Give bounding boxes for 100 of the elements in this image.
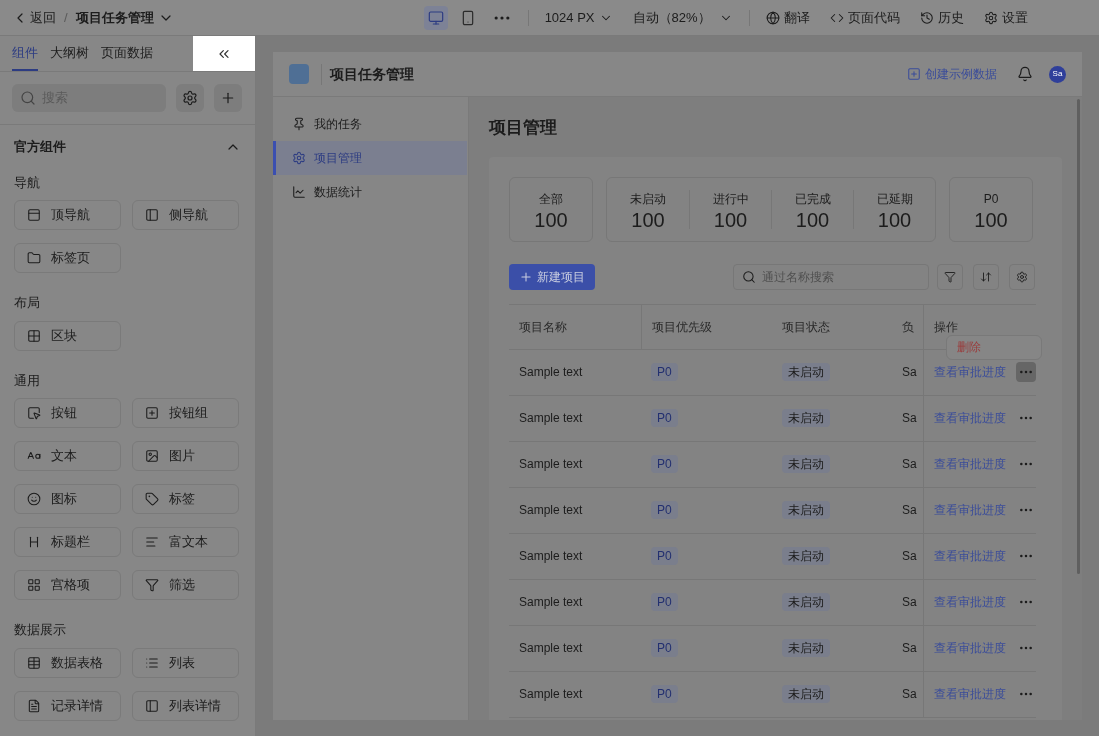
component-item[interactable]: 列表 [132, 647, 239, 678]
sort-icon [980, 270, 992, 283]
priority-tag: P0 [651, 685, 678, 703]
settings-button[interactable] [176, 84, 204, 112]
side-panel-icon [145, 208, 159, 222]
heading-icon [27, 535, 41, 549]
zoom-dropdown[interactable]: 自动（82%） [632, 7, 733, 28]
table-cell: Sa [902, 641, 917, 655]
settings-icon [182, 90, 198, 106]
column-header: 项目优先级 [652, 318, 712, 336]
stat-label: 未启动 [630, 190, 666, 208]
plus-square-icon [145, 406, 159, 420]
top-panel-icon [27, 208, 41, 222]
toolbar-button[interactable]: 历史 [919, 7, 964, 28]
nav-item[interactable]: 数据统计 [273, 175, 467, 209]
toolbar-button[interactable]: 页面代码 [829, 7, 900, 28]
component-item[interactable]: 图片 [132, 441, 239, 471]
component-item[interactable]: 富文本 [132, 527, 239, 557]
status-tag: 未启动 [782, 639, 830, 657]
sort-button[interactable] [973, 263, 999, 290]
column-header: 操作 [934, 318, 958, 336]
column-header: 负 [902, 318, 914, 336]
back-button[interactable]: 返回 [12, 7, 56, 28]
width-dropdown[interactable]: 1024 PX [544, 7, 613, 28]
user-avatar[interactable]: Sa [1049, 65, 1066, 83]
panel-tab[interactable]: 页面数据 [101, 36, 153, 71]
component-item[interactable]: 标题栏 [14, 527, 121, 557]
page-title: 项目管理 [489, 117, 558, 139]
component-item[interactable]: 按钮 [14, 398, 121, 428]
table-cell-text: Sample text [518, 456, 584, 473]
table-cell-text: Sample text [518, 410, 584, 427]
component-item[interactable]: 列表详情 [132, 690, 239, 721]
priority-tag: P0 [651, 363, 678, 381]
toolbar-button[interactable]: 翻译 [765, 7, 810, 28]
toolbar-button[interactable]: 设置 [983, 7, 1028, 28]
component-item[interactable]: 标签 [132, 484, 239, 514]
stat-label: 进行中 [712, 190, 749, 208]
component-item[interactable]: 筛选 [132, 570, 239, 600]
stat-label: 已延期 [876, 190, 913, 208]
panel-tab[interactable]: 组件 [12, 36, 38, 71]
stat-value: 100 [713, 207, 748, 232]
filter-button[interactable] [937, 263, 963, 290]
bell-icon[interactable] [1017, 66, 1033, 82]
table-cell: Sa [902, 503, 917, 517]
device-toggle[interactable] [423, 5, 448, 30]
table-cell: Sa [902, 687, 917, 701]
settings-icon [1016, 270, 1028, 283]
plus-icon [519, 269, 533, 284]
app-title: 项目任务管理 [321, 63, 414, 85]
nav-item[interactable]: 项目管理 [273, 141, 467, 175]
nav-item[interactable]: 我的任务 [273, 107, 467, 141]
table-cell-text: Sample text [518, 502, 584, 519]
table-cell: Sa [902, 411, 917, 425]
pin-icon [292, 117, 306, 131]
history-icon [919, 10, 934, 25]
new-project-button[interactable]: 新建项目 [509, 263, 595, 290]
grid-icon [27, 578, 41, 592]
stat-value: 100 [974, 207, 1008, 232]
filter-icon [145, 578, 159, 592]
group-title: 布局 [14, 294, 41, 312]
component-item[interactable]: 宫格项 [14, 570, 121, 600]
group-title: 通用 [14, 371, 41, 390]
stat-value: 100 [534, 207, 568, 232]
folder-icon [27, 251, 41, 265]
group-title: 数据展示 [14, 621, 67, 639]
panel-tab[interactable]: 大纲树 [50, 36, 89, 71]
stat-label: P0 [983, 190, 999, 208]
component-item[interactable]: 图标 [14, 484, 121, 514]
table-cell: Sa [902, 457, 917, 471]
priority-tag: P0 [651, 455, 678, 473]
app-title-dropdown[interactable]: 项目任务管理 [75, 7, 174, 28]
search-icon [742, 269, 756, 284]
line-chart-icon [292, 185, 306, 199]
component-item[interactable]: 记录详情 [14, 690, 121, 721]
stat-label: 全部 [539, 190, 563, 208]
list-icon [145, 655, 159, 670]
component-item[interactable]: 顶导航 [14, 200, 121, 230]
settings-button[interactable] [1009, 263, 1035, 290]
section-title: 官方组件 [14, 138, 66, 156]
component-item[interactable]: 侧导航 [132, 200, 239, 230]
more-button[interactable] [1016, 362, 1036, 382]
component-item[interactable]: 按钮组 [132, 398, 239, 428]
status-tag: 未启动 [782, 501, 830, 519]
table-cell-text: Sample text [518, 594, 584, 611]
stat-label: 已完成 [794, 190, 831, 208]
component-item[interactable]: 数据表格 [14, 647, 121, 678]
globe-icon [765, 10, 780, 25]
add-button[interactable] [214, 84, 242, 112]
component-item[interactable]: 文本 [14, 441, 121, 471]
side-panel-icon [145, 698, 159, 713]
settings-icon [983, 10, 998, 25]
app-logo-icon [289, 64, 309, 84]
component-item[interactable]: 标签页 [14, 243, 121, 273]
component-item[interactable]: 区块 [14, 320, 121, 351]
priority-tag: P0 [651, 593, 678, 611]
table-cell-text: Sample text [518, 686, 584, 703]
priority-tag: P0 [651, 501, 678, 519]
column-header: 项目状态 [782, 318, 830, 336]
monitor-icon [427, 9, 444, 26]
priority-tag: P0 [651, 639, 678, 657]
